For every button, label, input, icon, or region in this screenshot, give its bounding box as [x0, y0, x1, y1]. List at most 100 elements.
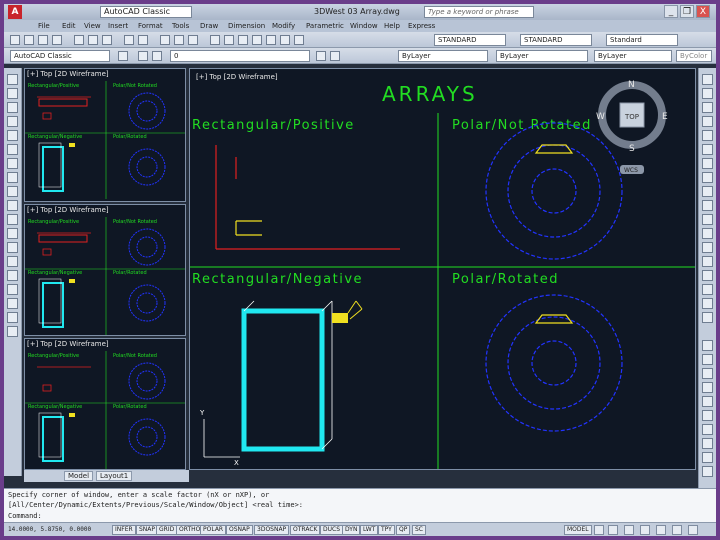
tab-model[interactable]: Model: [64, 471, 94, 481]
blend-icon[interactable]: [702, 298, 713, 309]
search-input[interactable]: Type a keyword or phrase: [424, 6, 534, 18]
annotation-scale-icon[interactable]: [624, 525, 634, 535]
clean-screen-icon[interactable]: [688, 525, 698, 535]
point-icon[interactable]: [7, 256, 18, 267]
circle-icon[interactable]: [7, 158, 18, 169]
break-at-point-icon[interactable]: [702, 228, 713, 239]
scale-icon[interactable]: [702, 172, 713, 183]
copy-icon[interactable]: [88, 35, 98, 45]
polygon-icon[interactable]: [7, 116, 18, 127]
status-polar[interactable]: POLAR: [200, 525, 227, 535]
nearest-icon[interactable]: [702, 452, 713, 463]
workspace-switching-icon[interactable]: [656, 525, 666, 535]
menu-window[interactable]: Window: [350, 22, 378, 30]
mtext-icon[interactable]: [7, 326, 18, 337]
save-icon[interactable]: [38, 35, 48, 45]
status-sc[interactable]: SC: [412, 525, 426, 535]
tangent-icon[interactable]: [702, 424, 713, 435]
copy-object-icon[interactable]: [702, 88, 713, 99]
tab-layout1[interactable]: Layout1: [96, 471, 133, 481]
menu-insert[interactable]: Insert: [108, 22, 128, 30]
status-infer[interactable]: INFER: [112, 525, 136, 535]
print-icon[interactable]: [52, 35, 62, 45]
chamfer-icon[interactable]: [702, 270, 713, 281]
midpoint-icon[interactable]: [702, 368, 713, 379]
revision-cloud-icon[interactable]: [7, 172, 18, 183]
quick-view-layouts-icon[interactable]: [594, 525, 604, 535]
toolbar-lock-icon[interactable]: [672, 525, 682, 535]
status-dyn[interactable]: DYN: [342, 525, 361, 535]
status-3dosnap[interactable]: 3DOSNAP: [254, 525, 290, 535]
command-prompt[interactable]: Command:: [8, 512, 42, 520]
viewport-thumb-3[interactable]: [+] Top [2D Wireframe] Rectangular/Posit…: [24, 338, 186, 470]
menu-modify[interactable]: Modify: [272, 22, 295, 30]
menu-express[interactable]: Express: [408, 22, 435, 30]
region-icon[interactable]: [7, 298, 18, 309]
main-viewport[interactable]: [+] Top [2D Wireframe] ARRAYS Rectangula…: [189, 68, 696, 470]
layer-dropdown[interactable]: 0: [170, 50, 310, 62]
status-lwt[interactable]: LWT: [360, 525, 379, 535]
center-icon[interactable]: [702, 396, 713, 407]
quick-view-drawings-icon[interactable]: [608, 525, 618, 535]
pan-icon[interactable]: [160, 35, 170, 45]
lineweight-dropdown[interactable]: ByLayer: [594, 50, 672, 62]
command-line[interactable]: Specify corner of window, enter a scale …: [4, 488, 716, 522]
offset-icon[interactable]: [702, 116, 713, 127]
layer-state-icon[interactable]: [152, 51, 162, 61]
gradient-icon[interactable]: [7, 284, 18, 295]
line-tool-icon[interactable]: [7, 74, 18, 85]
color-dropdown[interactable]: ByLayer: [398, 50, 488, 62]
status-osnap[interactable]: OSNAP: [226, 525, 253, 535]
plotstyle-dropdown[interactable]: ByColor: [676, 50, 712, 62]
polyline-icon[interactable]: [7, 102, 18, 113]
sheet-set-icon[interactable]: [252, 35, 262, 45]
mirror-icon[interactable]: [702, 102, 713, 113]
undo-icon[interactable]: [124, 35, 134, 45]
trim-icon[interactable]: [702, 200, 713, 211]
status-qp[interactable]: QP: [396, 525, 411, 535]
paste-icon[interactable]: [102, 35, 112, 45]
zoom-window-icon[interactable]: [188, 35, 198, 45]
arc-icon[interactable]: [7, 144, 18, 155]
workspace-combo[interactable]: AutoCAD Classic: [10, 50, 110, 62]
text-style-dropdown[interactable]: STANDARD: [434, 34, 506, 46]
perpendicular-icon[interactable]: [702, 438, 713, 449]
menu-view[interactable]: View: [84, 22, 101, 30]
array-icon[interactable]: [702, 130, 713, 141]
tool-palettes-icon[interactable]: [238, 35, 248, 45]
status-otrack[interactable]: OTRACK: [290, 525, 321, 535]
calculator-icon[interactable]: [280, 35, 290, 45]
explode-icon[interactable]: [702, 312, 713, 323]
cut-icon[interactable]: [74, 35, 84, 45]
minimize-button[interactable]: _: [664, 5, 678, 18]
menu-file[interactable]: File: [38, 22, 50, 30]
linetype-dropdown[interactable]: ByLayer: [496, 50, 588, 62]
status-grid[interactable]: GRID: [156, 525, 178, 535]
ellipse-arc-icon[interactable]: [7, 214, 18, 225]
move-icon[interactable]: [702, 144, 713, 155]
erase-icon[interactable]: [702, 74, 713, 85]
menu-parametric[interactable]: Parametric: [306, 22, 344, 30]
rectangle-icon[interactable]: [7, 130, 18, 141]
layer-properties-icon[interactable]: [138, 51, 148, 61]
quadrant-icon[interactable]: [702, 410, 713, 421]
osnap-settings-icon[interactable]: [702, 466, 713, 477]
viewport-thumb-1[interactable]: [+] Top [2D Wireframe] Rectangular/Posit…: [24, 68, 186, 202]
status-model[interactable]: MODEL: [564, 525, 592, 535]
design-center-icon[interactable]: [224, 35, 234, 45]
make-current-icon[interactable]: [316, 51, 326, 61]
restore-button[interactable]: ❐: [680, 5, 694, 18]
hatch-icon[interactable]: [7, 270, 18, 281]
table-style-dropdown[interactable]: Standard: [606, 34, 678, 46]
menu-edit[interactable]: Edit: [62, 22, 76, 30]
menu-draw[interactable]: Draw: [200, 22, 218, 30]
menu-help[interactable]: Help: [384, 22, 400, 30]
menu-tools[interactable]: Tools: [172, 22, 189, 30]
fillet-icon[interactable]: [702, 284, 713, 295]
menu-format[interactable]: Format: [138, 22, 163, 30]
zoom-icon[interactable]: [174, 35, 184, 45]
insert-block-icon[interactable]: [7, 228, 18, 239]
viewport-thumb-2[interactable]: [+] Top [2D Wireframe] Rectangular/Posit…: [24, 204, 186, 336]
break-icon[interactable]: [702, 242, 713, 253]
make-block-icon[interactable]: [7, 242, 18, 253]
